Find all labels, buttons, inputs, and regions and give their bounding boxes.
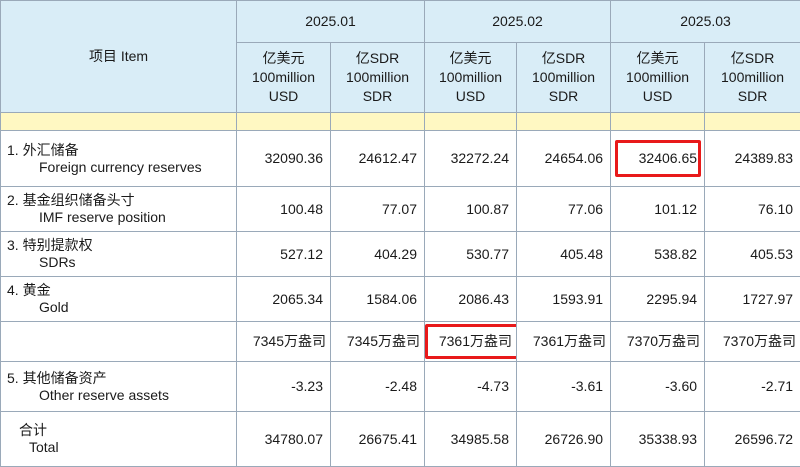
unit-header-usd: 亿美元100millionUSD xyxy=(425,43,517,113)
value-cell: 34780.07 xyxy=(237,412,331,467)
table-row: 3. 特别提款权SDRs 527.12 404.29 530.77 405.48… xyxy=(1,232,800,277)
value-cell: 77.06 xyxy=(517,187,611,232)
value-cell: 100.48 xyxy=(237,187,331,232)
unit-header-sdr: 亿SDR100millionSDR xyxy=(517,43,611,113)
value-cell: 1593.91 xyxy=(517,277,611,322)
value-cell: 101.12 xyxy=(611,187,705,232)
value-cell: 7345万盎司 xyxy=(331,322,425,362)
band-cell xyxy=(331,113,425,131)
value-cell: -3.61 xyxy=(517,362,611,412)
row-label xyxy=(1,322,237,362)
value-cell: 24654.06 xyxy=(517,131,611,187)
unit-header-usd: 亿美元100millionUSD xyxy=(611,43,705,113)
value-cell: 1727.97 xyxy=(705,277,800,322)
value-cell: -3.23 xyxy=(237,362,331,412)
table-row: 1. 外汇储备Foreign currency reserves 32090.3… xyxy=(1,131,800,187)
value-cell: 2065.34 xyxy=(237,277,331,322)
value-cell: 77.07 xyxy=(331,187,425,232)
highlighted-value-cell: 32406.65 xyxy=(611,131,705,187)
value-cell: -4.73 xyxy=(425,362,517,412)
band-cell xyxy=(237,113,331,131)
value-cell: 26726.90 xyxy=(517,412,611,467)
row-label: 合计Total xyxy=(1,412,237,467)
band-cell xyxy=(425,113,517,131)
yellow-band-row xyxy=(1,113,800,131)
value-cell: 405.53 xyxy=(705,232,800,277)
value-cell: 530.77 xyxy=(425,232,517,277)
value-cell: 32272.24 xyxy=(425,131,517,187)
value-cell: 35338.93 xyxy=(611,412,705,467)
value-cell: 34985.58 xyxy=(425,412,517,467)
value-cell: 32090.36 xyxy=(237,131,331,187)
value-cell: 76.10 xyxy=(705,187,800,232)
value-cell: 7345万盎司 xyxy=(237,322,331,362)
value-cell: 24612.47 xyxy=(331,131,425,187)
item-header: 项目 Item xyxy=(1,1,237,113)
value-cell: 7361万盎司 xyxy=(517,322,611,362)
value-cell: 1584.06 xyxy=(331,277,425,322)
value-cell: 100.87 xyxy=(425,187,517,232)
value-cell: 26596.72 xyxy=(705,412,800,467)
band-cell xyxy=(705,113,800,131)
value-cell: -2.71 xyxy=(705,362,800,412)
table-row: 5. 其他储备资产Other reserve assets -3.23 -2.4… xyxy=(1,362,800,412)
row-label: 5. 其他储备资产Other reserve assets xyxy=(1,362,237,412)
value-cell: 26675.41 xyxy=(331,412,425,467)
band-cell xyxy=(517,113,611,131)
band-cell xyxy=(1,113,237,131)
value-cell: 2086.43 xyxy=(425,277,517,322)
month-header-feb: 2025.02 xyxy=(425,1,611,43)
gold-ounces-row: 7345万盎司 7345万盎司 7361万盎司 7361万盎司 7370万盎司 … xyxy=(1,322,800,362)
header-month-row: 项目 Item 2025.01 2025.02 2025.03 xyxy=(1,1,800,43)
total-row: 合计Total 34780.07 26675.41 34985.58 26726… xyxy=(1,412,800,467)
value-cell: 404.29 xyxy=(331,232,425,277)
row-label: 3. 特别提款权SDRs xyxy=(1,232,237,277)
value-cell: 2295.94 xyxy=(611,277,705,322)
value-cell: 7370万盎司 xyxy=(611,322,705,362)
value-cell: 7370万盎司 xyxy=(705,322,800,362)
highlighted-value-cell: 7361万盎司 xyxy=(425,322,517,362)
table-row: 2. 基金组织储备头寸IMF reserve position 100.48 7… xyxy=(1,187,800,232)
reserves-table: 项目 Item 2025.01 2025.02 2025.03 亿美元100mi… xyxy=(0,0,800,467)
value-cell: 538.82 xyxy=(611,232,705,277)
month-header-jan: 2025.01 xyxy=(237,1,425,43)
value-cell: 527.12 xyxy=(237,232,331,277)
unit-header-sdr: 亿SDR100millionSDR xyxy=(331,43,425,113)
row-label: 1. 外汇储备Foreign currency reserves xyxy=(1,131,237,187)
table-row: 4. 黄金Gold 2065.34 1584.06 2086.43 1593.9… xyxy=(1,277,800,322)
row-label: 4. 黄金Gold xyxy=(1,277,237,322)
unit-header-usd: 亿美元100millionUSD xyxy=(237,43,331,113)
month-header-mar: 2025.03 xyxy=(611,1,800,43)
unit-header-sdr: 亿SDR100millionSDR xyxy=(705,43,800,113)
row-label: 2. 基金组织储备头寸IMF reserve position xyxy=(1,187,237,232)
value-cell: -3.60 xyxy=(611,362,705,412)
value-cell: 405.48 xyxy=(517,232,611,277)
value-cell: 24389.83 xyxy=(705,131,800,187)
value-cell: -2.48 xyxy=(331,362,425,412)
band-cell xyxy=(611,113,705,131)
